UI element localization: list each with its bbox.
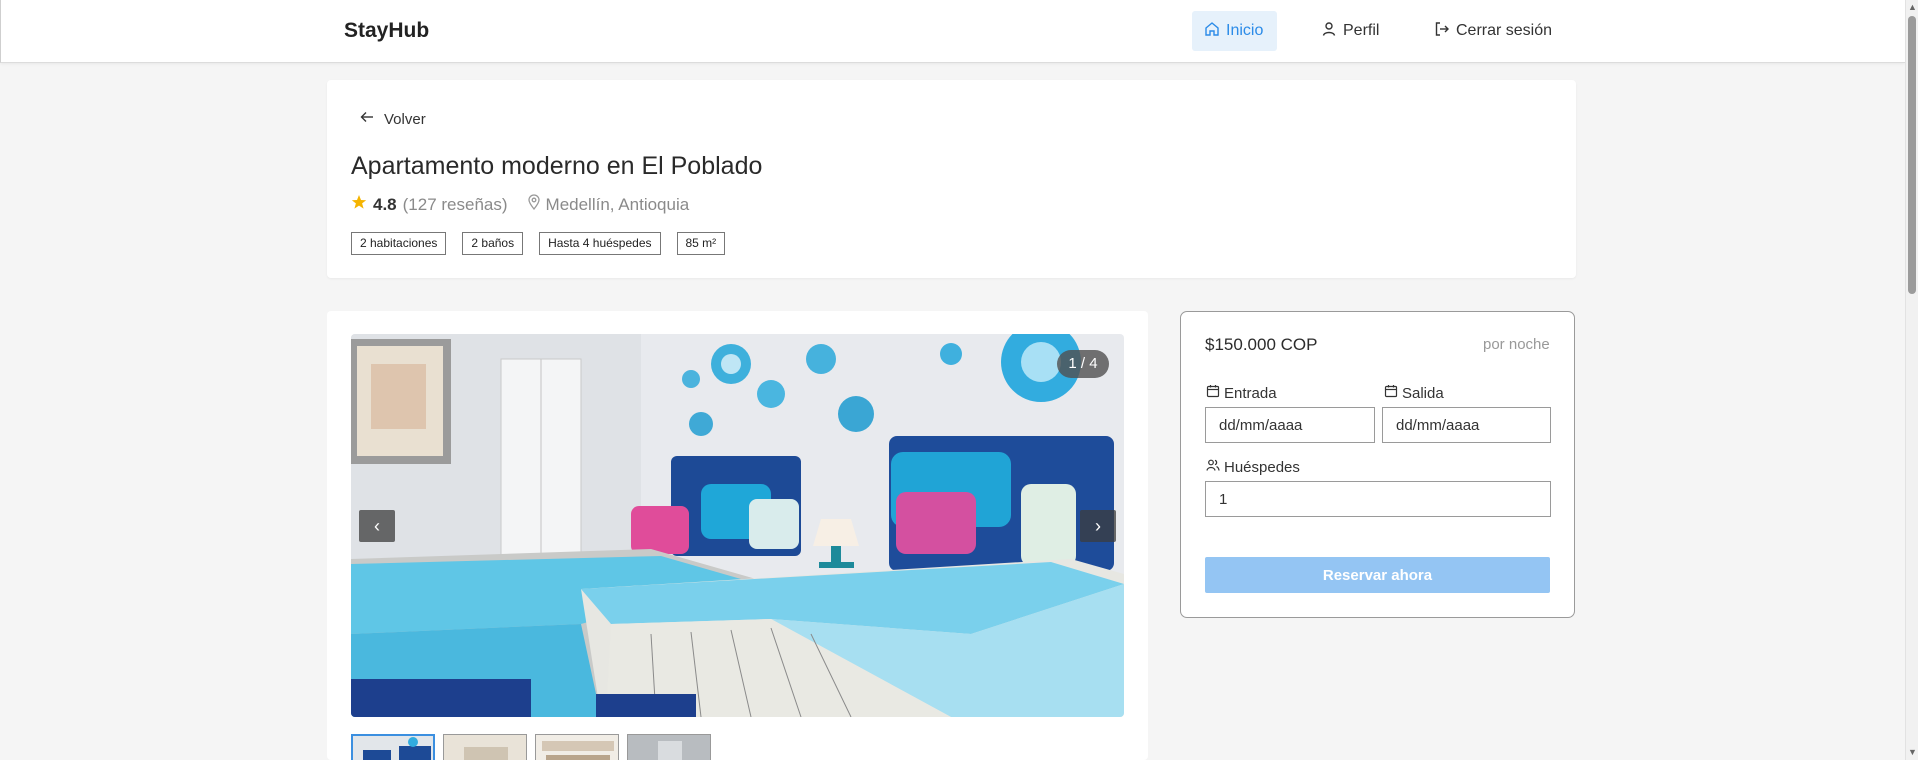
nightly-price: $150.000 COP (1205, 335, 1318, 354)
thumbnail-3[interactable] (535, 734, 619, 760)
page-scrollbar[interactable]: ▲ ▼ (1905, 0, 1918, 760)
location-text: Medellín, Antioquia (545, 194, 690, 214)
chevron-right-icon: › (1095, 515, 1101, 536)
checkin-placeholder: dd/mm/aaaa (1219, 416, 1303, 434)
checkin-date-input[interactable]: dd/mm/aaaa (1205, 407, 1375, 443)
listing-title: Apartamento moderno en El Poblado (351, 152, 763, 180)
checkout-label: Salida (1384, 384, 1444, 402)
calendar-icon (1206, 384, 1220, 402)
users-icon (1206, 458, 1220, 476)
nav-item-label: Cerrar sesión (1456, 22, 1553, 39)
tag-area: 85 m² (676, 232, 726, 255)
scroll-down-arrow-icon[interactable]: ▼ (1908, 748, 1917, 757)
home-icon (1204, 21, 1220, 42)
map-pin-icon (526, 194, 542, 215)
next-photo-button[interactable]: › (1080, 510, 1116, 542)
guests-value: 1 (1219, 490, 1228, 508)
back-label: Volver (384, 110, 426, 128)
thumbnail-4[interactable] (627, 734, 711, 760)
feature-tags: 2 habitaciones 2 baños Hasta 4 huéspedes… (351, 232, 726, 255)
price-unit: por noche (1483, 336, 1550, 353)
guests-label-text: Huéspedes (1224, 458, 1300, 476)
review-count: (127 reseñas) (402, 194, 508, 214)
scroll-up-arrow-icon[interactable]: ▲ (1908, 3, 1917, 12)
scrollbar-thumb[interactable] (1908, 16, 1916, 294)
calendar-icon (1384, 384, 1398, 402)
brand-logo[interactable]: StayHub (344, 19, 429, 43)
location: Medellín, Antioquia (526, 194, 690, 215)
guests-label: Huéspedes (1206, 458, 1300, 476)
checkout-placeholder: dd/mm/aaaa (1396, 416, 1480, 434)
user-icon (1321, 21, 1337, 42)
back-button[interactable]: Volver (360, 110, 426, 128)
arrow-left-icon (360, 110, 374, 128)
tag-guests: Hasta 4 huéspedes (539, 232, 661, 255)
checkin-label: Entrada (1206, 384, 1277, 402)
chevron-left-icon: ‹ (374, 515, 380, 536)
guests-input[interactable]: 1 (1205, 481, 1551, 517)
photo-thumbnails (351, 734, 711, 760)
tag-bedrooms: 2 habitaciones (351, 232, 447, 255)
top-navbar: StayHub Inicio Perfil Cerrar sesión (0, 0, 1905, 63)
tag-bathrooms: 2 baños (462, 232, 524, 255)
star-icon (351, 194, 367, 215)
previous-photo-button[interactable]: ‹ (359, 510, 395, 542)
thumbnail-1[interactable] (351, 734, 435, 760)
nav-item-label: Inicio (1226, 22, 1264, 39)
listing-meta: 4.8 (127 reseñas) Medellín, Antioquia (351, 194, 689, 215)
logout-icon (1434, 21, 1450, 42)
checkout-label-text: Salida (1402, 384, 1444, 402)
thumbnail-2[interactable] (443, 734, 527, 760)
main-photo (351, 334, 1124, 717)
reserve-button[interactable]: Reservar ahora (1205, 557, 1550, 593)
checkin-label-text: Entrada (1224, 384, 1277, 402)
checkout-date-input[interactable]: dd/mm/aaaa (1382, 407, 1551, 443)
photo-counter: 1 / 4 (1057, 350, 1109, 378)
nav-item-perfil[interactable]: Perfil (1309, 11, 1391, 51)
nav-item-inicio[interactable]: Inicio (1192, 11, 1277, 51)
nav-item-label: Perfil (1343, 22, 1380, 39)
nav-item-cerrar-sesion[interactable]: Cerrar sesión (1422, 11, 1564, 51)
rating-value: 4.8 (373, 194, 397, 214)
